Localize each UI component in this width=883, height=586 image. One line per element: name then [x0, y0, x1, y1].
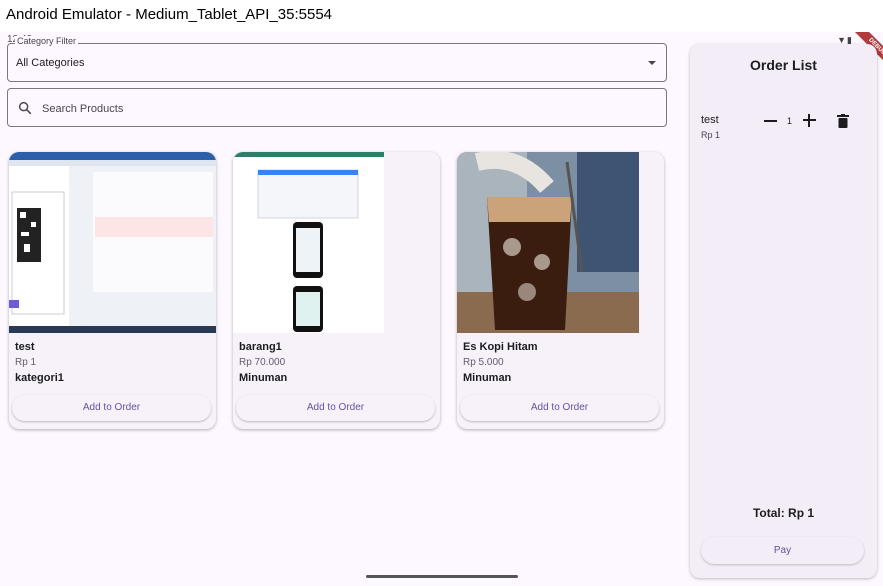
product-image-screenshot — [233, 152, 384, 333]
order-list-title: Order List — [750, 57, 817, 73]
search-field[interactable] — [7, 88, 667, 127]
product-card: barang1 Rp 70.000 Minuman Add to Order — [233, 152, 440, 429]
product-image-iced-coffee — [457, 152, 639, 333]
order-item-quantity: 1 — [787, 116, 793, 126]
add-to-order-button[interactable]: Add to Order — [460, 395, 659, 421]
app-screen: 12:43 ▼▮ DEBUG Category Filter All Categ… — [0, 32, 883, 586]
product-card: test Rp 1 kategori1 Add to Order — [9, 152, 216, 429]
search-icon — [18, 101, 32, 115]
product-card: Es Kopi Hitam Rp 5.000 Minuman Add to Or… — [457, 152, 664, 429]
category-filter-dropdown[interactable]: Category Filter All Categories — [7, 36, 667, 82]
product-price: Rp 70.000 — [239, 357, 286, 368]
delete-icon[interactable] — [837, 114, 849, 128]
plus-icon[interactable] — [803, 114, 816, 127]
product-category: kategori1 — [15, 372, 64, 384]
window-titlebar: Android Emulator - Medium_Tablet_API_35:… — [0, 0, 883, 32]
category-filter-label: Category Filter — [15, 36, 79, 46]
product-name: barang1 — [239, 341, 282, 353]
product-name: test — [15, 341, 35, 353]
product-name: Es Kopi Hitam — [463, 341, 538, 353]
order-item-price: Rp 1 — [701, 130, 721, 140]
product-category: Minuman — [463, 372, 512, 384]
minus-icon[interactable] — [764, 120, 777, 122]
chevron-down-icon — [648, 61, 656, 65]
gesture-home-bar[interactable] — [366, 575, 518, 578]
order-item-name: test — [701, 114, 719, 126]
category-filter-value: All Categories — [16, 57, 85, 69]
search-input[interactable] — [40, 98, 644, 120]
pay-button[interactable]: Pay — [701, 537, 864, 564]
order-list-panel: Order List test Rp 1 1 Total: Rp 1 Pay — [690, 44, 877, 578]
product-price: Rp 5.000 — [463, 357, 504, 368]
order-total: Total: Rp 1 — [752, 506, 815, 520]
product-category: Minuman — [239, 372, 288, 384]
add-to-order-button[interactable]: Add to Order — [12, 395, 211, 421]
add-to-order-button[interactable]: Add to Order — [236, 395, 435, 421]
product-image-screenshot — [9, 152, 216, 333]
window-title: Android Emulator - Medium_Tablet_API_35:… — [6, 6, 333, 23]
product-price: Rp 1 — [15, 357, 37, 368]
